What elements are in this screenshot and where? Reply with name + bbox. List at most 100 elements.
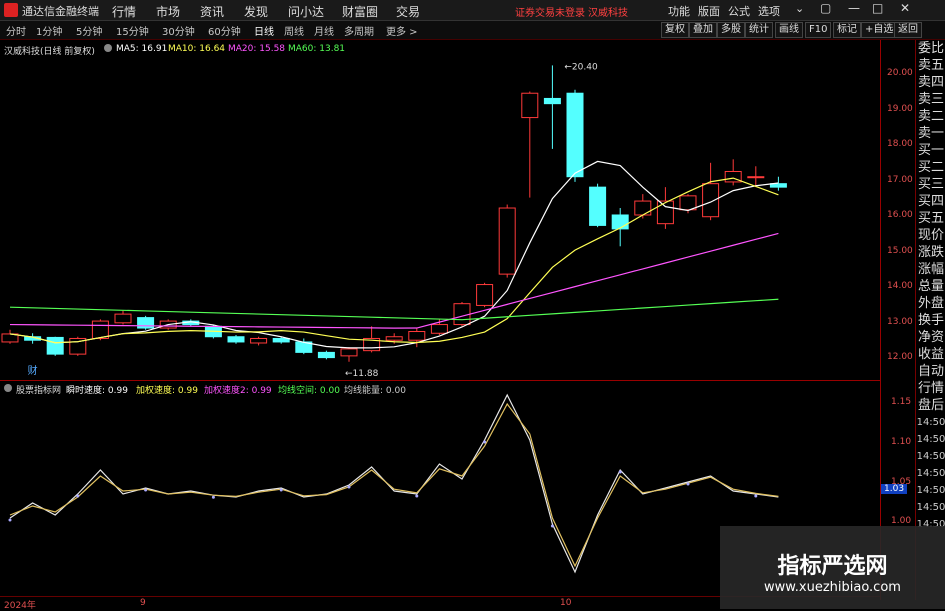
f10-button[interactable]: F10 (805, 22, 832, 38)
menu-layout[interactable]: 版面 (698, 3, 720, 19)
price-tick: 20.00 (887, 68, 913, 78)
indicator-value-space: 均线空间: 0.00 (278, 386, 340, 396)
indicator-point (415, 494, 419, 498)
candle (385, 336, 403, 341)
tab-1min[interactable]: 1分钟 (36, 23, 62, 38)
indicator-point (483, 440, 487, 444)
candle (679, 195, 697, 211)
price-tick: 15.00 (887, 246, 913, 256)
candle (430, 324, 448, 334)
menu-item-discover[interactable]: 发现 (244, 3, 268, 20)
candle (476, 284, 494, 306)
quote-field-label: 卖二 (917, 109, 944, 124)
menu-item-market[interactable]: 市场 (156, 3, 180, 20)
indicator-tick: 1.10 (891, 437, 912, 447)
quote-field-label: 换手 (917, 313, 944, 328)
indicator-point (76, 494, 80, 498)
indicator-point (686, 482, 690, 486)
quote-field-label: 卖一 (917, 126, 944, 141)
menu-item-quotes[interactable]: 行情 (112, 3, 136, 20)
quote-field-label: 自动 (917, 364, 944, 379)
price-tick: 14.00 (887, 281, 913, 291)
indicator-settings-icon[interactable] (4, 384, 12, 392)
tab-monthly[interactable]: 月线 (314, 23, 334, 38)
chevron-down-icon[interactable]: ⌄ (795, 2, 804, 15)
tab-15min[interactable]: 15分钟 (116, 23, 149, 38)
login-notice[interactable]: 证券交易未登录 (515, 4, 585, 19)
quote-field-label: 盘后 (917, 398, 944, 413)
app-logo-icon (4, 3, 18, 17)
back-button[interactable]: 返回 (894, 22, 922, 38)
candle (747, 176, 765, 179)
price-tick: 16.00 (887, 210, 913, 220)
overlay-button[interactable]: 叠加 (689, 22, 717, 38)
tab-5min[interactable]: 5分钟 (76, 23, 102, 38)
tab-multi-period[interactable]: 多周期 (344, 23, 374, 38)
indicator-point (144, 488, 148, 492)
menu-item-news[interactable]: 资讯 (200, 3, 224, 20)
quote-field-label: 委比 (917, 41, 944, 56)
menu-item-assistant[interactable]: 问小达 (288, 3, 324, 20)
add-watchlist-button[interactable]: +自选 (861, 22, 898, 38)
tab-weekly[interactable]: 周线 (284, 23, 304, 38)
tab-daily[interactable]: 日线 (254, 23, 274, 38)
price-tick: 13.00 (887, 317, 913, 327)
tab-intraday[interactable]: 分时 (6, 23, 26, 38)
quote-field-label: 外盘 (917, 296, 944, 311)
candle (317, 351, 335, 359)
candle (272, 337, 290, 343)
menu-item-trade[interactable]: 交易 (396, 3, 420, 20)
high-price-label: ←20.40 (564, 62, 598, 72)
date-label-year: 2024年 (4, 601, 36, 611)
indicator-point (279, 488, 283, 492)
date-label-month: 9 (140, 598, 146, 608)
indicator-point (618, 470, 622, 474)
notice-stock-name: 汉威科技 (588, 8, 628, 19)
indicator-point (347, 485, 351, 489)
draw-line-button[interactable]: 画线 (775, 22, 803, 38)
close-icon[interactable]: ✕ (900, 1, 910, 15)
menu-item-wealth[interactable]: 财富圈 (342, 3, 378, 20)
quote-field-label: 买一 (917, 143, 944, 158)
low-price-label: ←11.88 (345, 369, 379, 379)
menu-formula[interactable]: 公式 (728, 3, 750, 19)
tab-more[interactable]: 更多 > (386, 23, 418, 38)
restore-window-icon[interactable]: ▢ (820, 1, 831, 15)
date-label-month: 10 (560, 598, 572, 608)
weighted-speed-line (9, 402, 779, 568)
ma5-label: MA5: 16.91 (116, 44, 168, 54)
quote-field-label: 14:50 (916, 434, 945, 445)
menu-options[interactable]: 选项 (758, 3, 780, 19)
quote-side-panel: 委比 卖五 卖四 卖三 卖二 卖一 买一 买二 买三 买四 买五 现价 涨跌 涨幅 总量 外盘 换手 净资 收益 自动… (915, 40, 945, 600)
ma60-label: MA60: 13.81 (288, 44, 346, 54)
tab-60min[interactable]: 60分钟 (208, 23, 241, 38)
ma20-label: MA20: 15.58 (228, 44, 286, 54)
candle (656, 200, 674, 225)
instant-speed-line (9, 393, 779, 574)
price-tick: 17.00 (887, 175, 913, 185)
indicator-value-energy: 均线能量: 0.00 (344, 386, 406, 396)
quote-field-label: 14:50 (916, 485, 945, 496)
candle (702, 183, 720, 218)
candle (521, 92, 539, 119)
multi-stock-button[interactable]: 多股 (717, 22, 745, 38)
price-tick: 12.00 (887, 352, 913, 362)
indicator-point (754, 494, 758, 498)
quote-field-label: 14:50 (916, 502, 945, 513)
candle (634, 200, 652, 216)
maximize-icon[interactable]: □ (872, 1, 883, 15)
stats-button[interactable]: 统计 (745, 22, 773, 38)
price-chart-panel[interactable]: ←20.40 ←11.88 财 汉威科技(日线 前复权) MA5: 16.91 MA… (0, 40, 880, 380)
settings-dot-icon[interactable] (104, 44, 112, 52)
tab-30min[interactable]: 30分钟 (162, 23, 195, 38)
quote-field-label: 行情 (917, 381, 944, 396)
menu-function[interactable]: 功能 (668, 3, 690, 19)
indicator-tick: 1.00 (891, 516, 912, 526)
quote-field-label: 卖三 (917, 92, 944, 107)
candle (114, 313, 132, 324)
quote-field-label: 总量 (917, 279, 944, 294)
indicator-point (8, 518, 12, 522)
adjust-button[interactable]: 复权 (661, 22, 689, 38)
mark-button[interactable]: 标记 (833, 22, 861, 38)
minimize-icon[interactable]: — (848, 1, 860, 15)
